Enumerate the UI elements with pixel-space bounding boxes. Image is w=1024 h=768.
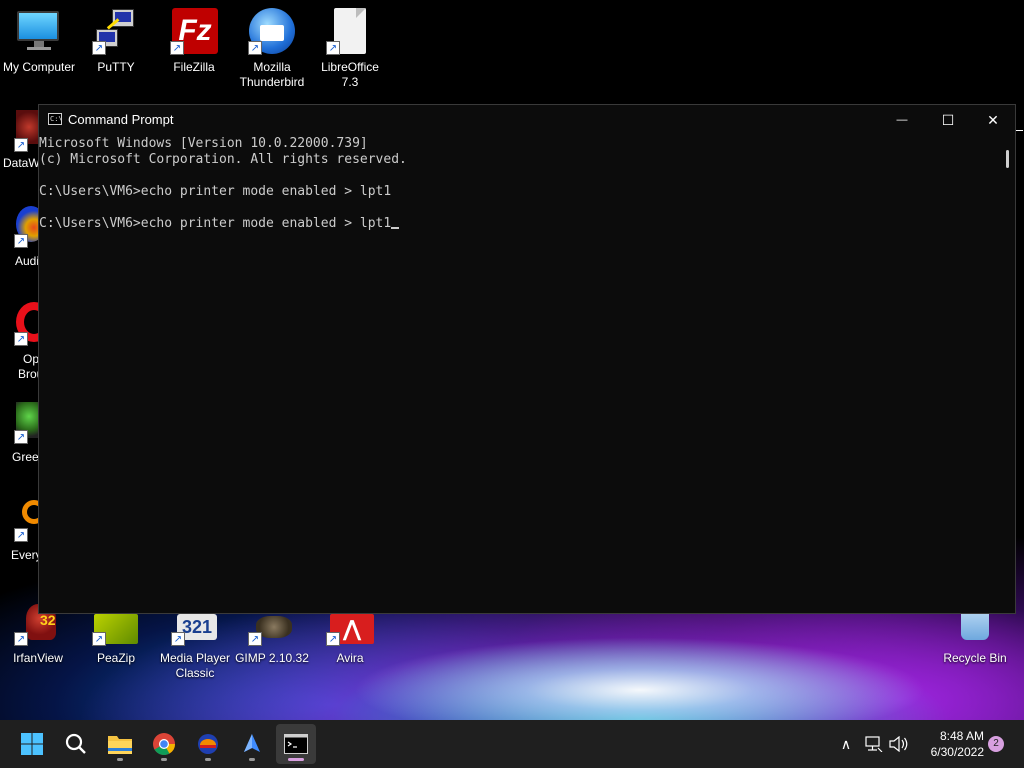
maximize-icon: ☐ [941, 111, 955, 128]
terminal-icon [284, 734, 308, 754]
command-prompt-icon: C:\ [48, 113, 63, 125]
desktop-icon-label: Recycle Bin [943, 651, 1007, 665]
taskbar: ∧ 8:48 AM 6/30/2022 2 [0, 720, 1024, 768]
desktop-icon-label: PeaZip [96, 651, 136, 665]
command-prompt-window[interactable]: C:\ Command Prompt — ☐ ✕ Microsoft Windo… [38, 104, 1016, 614]
volume-button[interactable] [886, 720, 910, 768]
shortcut-arrow-icon: ↗ [248, 41, 262, 55]
minimize-button[interactable]: — [879, 105, 925, 135]
running-indicator [117, 758, 123, 761]
window-titlebar[interactable]: C:\ Command Prompt — ☐ ✕ [39, 105, 1015, 135]
shortcut-arrow-icon: ↗ [326, 632, 340, 646]
scrollbar-thumb[interactable] [1006, 150, 1009, 168]
desktop-icon-label: LibreOffice 7.3 [321, 60, 379, 89]
network-icon [865, 736, 883, 752]
text-cursor [391, 227, 400, 229]
app-icon [198, 734, 218, 754]
desktop-icon-label: PuTTY [97, 60, 135, 74]
notification-center-button[interactable]: 2 [986, 720, 1006, 768]
console-input-text: C:\Users\VM6>echo printer mode enabled >… [39, 216, 392, 231]
putty-icon: ↗ [92, 7, 140, 55]
shortcut-arrow-icon: ↗ [14, 632, 28, 646]
console-input-line[interactable]: C:\Users\VM6>echo printer mode enabled >… [39, 216, 1001, 232]
desktop: My Computer ↗ PuTTY Fz ↗ FileZilla ↗ Moz… [0, 0, 1024, 720]
console-line: (c) Microsoft Corporation. All rights re… [39, 152, 407, 167]
desktop-icon-filezilla[interactable]: Fz ↗ FileZilla [156, 7, 232, 75]
close-button[interactable]: ✕ [970, 105, 1016, 135]
console-line: C:\Users\VM6>echo printer mode enabled >… [39, 184, 392, 199]
desktop-icon-my-computer[interactable]: My Computer [1, 7, 77, 75]
shortcut-arrow-icon: ↗ [14, 430, 28, 444]
search-icon [65, 733, 86, 754]
app2-button[interactable] [232, 724, 272, 764]
show-hidden-icons-button[interactable]: ∧ [834, 720, 858, 768]
maximize-button[interactable]: ☐ [925, 105, 971, 135]
vertical-scrollbar[interactable] [1001, 136, 1015, 613]
filezilla-icon: Fz ↗ [170, 7, 218, 55]
desktop-icon-putty[interactable]: ↗ PuTTY [78, 7, 154, 75]
desktop-icon-label: IrfanView [13, 651, 63, 665]
shortcut-arrow-icon: ↗ [14, 234, 28, 248]
shortcut-arrow-icon: ↗ [92, 632, 106, 646]
chevron-up-icon: ∧ [840, 735, 852, 752]
desktop-icon-label: My Computer [2, 60, 76, 74]
shortcut-arrow-icon: ↗ [14, 332, 28, 346]
windows-logo-icon [21, 733, 43, 755]
console-line: Microsoft Windows [Version 10.0.22000.73… [39, 136, 368, 151]
active-indicator [288, 758, 304, 761]
running-indicator [205, 758, 211, 761]
shortcut-arrow-icon: ↗ [326, 41, 340, 55]
clock[interactable]: 8:48 AM 6/30/2022 [916, 720, 990, 768]
speaker-icon [889, 736, 908, 752]
app-button[interactable] [188, 724, 228, 764]
minimize-icon: — [896, 114, 908, 126]
shortcut-arrow-icon: ↗ [14, 138, 28, 152]
shortcut-arrow-icon: ↗ [171, 632, 185, 646]
computer-icon [15, 7, 63, 55]
clock-time: 8:48 AM [939, 729, 984, 743]
file-explorer-button[interactable] [100, 724, 140, 764]
console-output[interactable]: Microsoft Windows [Version 10.0.22000.73… [39, 136, 1001, 613]
desktop-icon-thunderbird[interactable]: ↗ Mozilla Thunderbird [234, 7, 310, 90]
folder-icon [108, 736, 132, 754]
desktop-icon-label: Mozilla Thunderbird [239, 60, 305, 89]
close-icon: ✕ [987, 111, 999, 128]
app2-icon [244, 734, 260, 752]
shortcut-arrow-icon: ↗ [248, 632, 262, 646]
running-indicator [161, 758, 167, 761]
desktop-icon-label: Audi [15, 254, 40, 268]
command-prompt-button[interactable] [276, 724, 316, 764]
desktop-icon-libreoffice[interactable]: ↗ LibreOffice 7.3 [312, 7, 388, 90]
clock-date: 6/30/2022 [930, 745, 984, 759]
window-title: Command Prompt [68, 112, 174, 127]
shortcut-arrow-icon: ↗ [170, 41, 184, 55]
thunderbird-icon: ↗ [248, 7, 296, 55]
shortcut-arrow-icon: ↗ [14, 528, 28, 542]
desktop-icon-label: DataW [3, 156, 40, 170]
desktop-icon-label: Avira [336, 651, 364, 665]
shortcut-arrow-icon: ↗ [92, 41, 106, 55]
network-button[interactable] [862, 720, 886, 768]
libreoffice-icon: ↗ [326, 7, 374, 55]
chrome-button[interactable] [144, 724, 184, 764]
desktop-icon-label: Op [23, 352, 40, 366]
start-button[interactable] [12, 724, 52, 764]
desktop-icon-label: Media Player Classic [159, 651, 231, 680]
running-indicator [249, 758, 255, 761]
desktop-icon-label: GIMP 2.10.32 [235, 651, 309, 665]
notification-badge: 2 [988, 736, 1004, 752]
desktop-icon-label: FileZilla [173, 60, 215, 74]
chrome-icon [153, 733, 175, 755]
search-button[interactable] [56, 724, 96, 764]
